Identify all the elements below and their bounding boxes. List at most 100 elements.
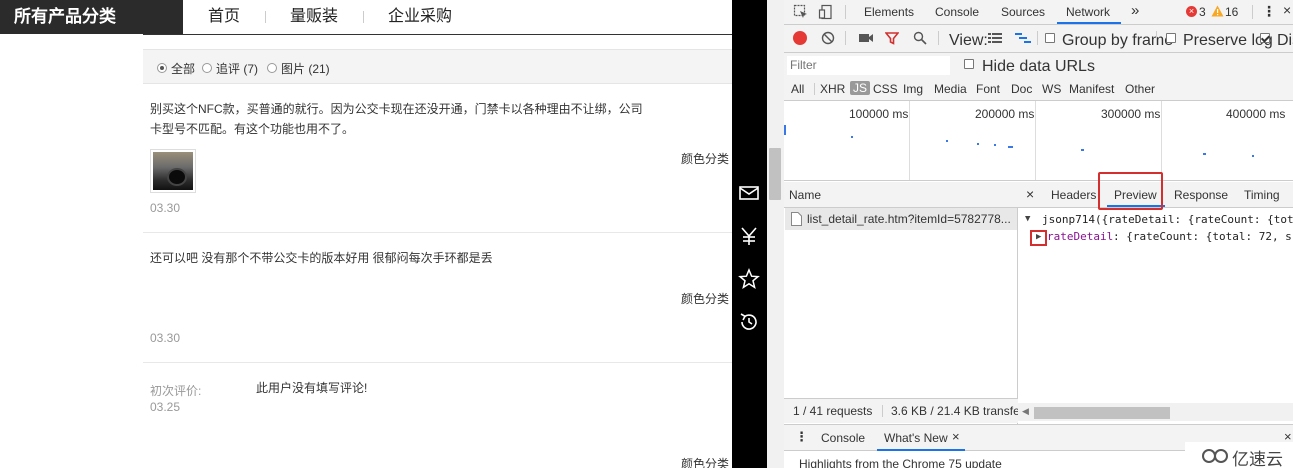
history-icon[interactable]	[737, 310, 761, 334]
transfer-size: 3.6 KB / 21.4 KB transfe	[891, 404, 1020, 418]
record-button[interactable]	[793, 31, 807, 45]
nav-divider	[363, 11, 364, 23]
drawer-tab-whats-new[interactable]: What's New	[884, 431, 948, 445]
nav-enterprise[interactable]: 企业采购	[388, 0, 452, 34]
inspect-element-icon[interactable]	[793, 4, 809, 20]
error-count[interactable]: 3	[1199, 5, 1206, 19]
tab-network[interactable]: Network	[1066, 5, 1110, 19]
group-by-frame-checkbox[interactable]	[1045, 33, 1055, 43]
close-devtools-icon[interactable]: ×	[1283, 2, 1291, 18]
type-xhr[interactable]: XHR	[820, 82, 845, 96]
filter-followup-label[interactable]: 追评 (7)	[216, 60, 258, 77]
drawer-menu-icon[interactable]: ⋮	[795, 429, 808, 445]
request-name[interactable]: list_detail_rate.htm?itemId=5782778...	[807, 208, 1011, 230]
filter-input[interactable]	[787, 56, 950, 75]
collapse-triangle-icon[interactable]: ▼	[1025, 214, 1030, 224]
timeline-request-marker	[994, 144, 996, 146]
disable-cache-label[interactable]: Dis	[1277, 32, 1293, 50]
toolbar-divider	[845, 31, 846, 45]
review-text: 还可以吧 没有那个不带公交卡的版本好用 很郁闷每次手环都是丢	[150, 251, 493, 265]
timeline-request-marker	[977, 143, 979, 145]
waterfall-icon[interactable]	[1015, 32, 1031, 44]
type-css[interactable]: CSS	[873, 82, 898, 96]
toolbar-divider	[938, 31, 939, 45]
preserve-log-checkbox[interactable]	[1166, 33, 1176, 43]
all-categories-button[interactable]: 所有产品分类	[0, 0, 183, 34]
disable-cache-checkbox[interactable]	[1260, 33, 1270, 43]
tab-sources[interactable]: Sources	[1001, 5, 1045, 19]
type-js[interactable]: JS	[850, 81, 871, 95]
screenshot-capture-icon[interactable]	[858, 32, 874, 44]
timeline-gridline	[1035, 101, 1036, 180]
filter-icon[interactable]	[885, 31, 899, 45]
filter-images-radio[interactable]	[267, 63, 277, 73]
close-whats-new-icon[interactable]: ×	[952, 429, 960, 444]
review-date: 03.25	[150, 400, 181, 414]
name-column-header[interactable]: Name	[784, 182, 1018, 208]
type-all[interactable]: All	[791, 82, 804, 96]
json-key[interactable]: rateDetail	[1047, 230, 1113, 243]
tab-headers[interactable]: Headers	[1051, 188, 1096, 202]
search-icon[interactable]	[913, 31, 927, 45]
filter-all-label[interactable]: 全部	[171, 60, 195, 77]
device-toolbar-icon[interactable]	[818, 4, 834, 20]
tab-elements[interactable]: Elements	[864, 5, 914, 19]
preview-scrollbar-thumb[interactable]	[1034, 407, 1170, 419]
review-sku-label: 颜色分类	[681, 292, 730, 306]
hide-data-urls-checkbox[interactable]	[964, 59, 974, 69]
devtools-tab-strip: Elements Console Sources Network » × 3 1…	[784, 0, 1293, 25]
close-detail-icon[interactable]: ×	[1026, 186, 1034, 202]
type-font[interactable]: Font	[976, 82, 1000, 96]
nav-home[interactable]: 首页	[208, 0, 240, 34]
hide-data-urls-label[interactable]: Hide data URLs	[982, 58, 1095, 76]
type-divider	[814, 83, 815, 95]
warning-count[interactable]: 16	[1225, 5, 1238, 19]
more-tabs-button[interactable]: »	[1131, 2, 1139, 19]
json-root-line[interactable]: jsonp714({rateDetail: {rateCount: {tot	[1042, 213, 1293, 226]
star-icon[interactable]	[737, 267, 761, 291]
warning-icon[interactable]	[1211, 5, 1224, 17]
review-divider	[143, 232, 732, 233]
drawer-tab-console[interactable]: Console	[821, 431, 865, 445]
page-scrollbar[interactable]	[767, 0, 784, 468]
filter-all-radio[interactable]	[157, 63, 167, 73]
review-sku-label: 颜色分类	[681, 457, 730, 468]
review-photo	[153, 152, 193, 190]
type-manifest[interactable]: Manifest	[1069, 82, 1114, 96]
file-icon	[791, 212, 802, 226]
type-doc[interactable]: Doc	[1011, 82, 1032, 96]
tab-console[interactable]: Console	[935, 5, 979, 19]
type-img[interactable]: Img	[903, 82, 923, 96]
large-rows-icon[interactable]	[988, 32, 1002, 44]
json-preview: ▼ jsonp714({rateDetail: {rateCount: {tot…	[1018, 208, 1293, 398]
type-ws[interactable]: WS	[1042, 82, 1061, 96]
watermark-text: 亿速云	[1232, 450, 1283, 468]
error-icon[interactable]: ×	[1186, 6, 1197, 17]
tab-response[interactable]: Response	[1174, 188, 1228, 202]
timeline-overview[interactable]: 100000 ms 200000 ms 300000 ms 400000 ms	[784, 101, 1293, 181]
timeline-tick-label: 200000 ms	[975, 107, 1035, 121]
type-other[interactable]: Other	[1125, 82, 1155, 96]
filter-followup-radio[interactable]	[202, 63, 212, 73]
yen-icon[interactable]	[737, 224, 761, 248]
type-media[interactable]: Media	[934, 82, 967, 96]
nav-underline	[143, 34, 732, 35]
status-divider	[882, 405, 883, 417]
view-label: View:	[949, 32, 988, 49]
mail-icon[interactable]	[737, 181, 761, 205]
review-text: 卡型号不匹配。有这个功能也用不了。	[150, 122, 355, 136]
toolbar-divider	[1156, 31, 1157, 45]
page-scrollbar-thumb[interactable]	[769, 148, 781, 200]
nav-bulk[interactable]: 量贩装	[290, 0, 338, 34]
review-first-label: 初次评价:	[150, 384, 202, 398]
request-row[interactable]: list_detail_rate.htm?itemId=5782778...	[785, 208, 1017, 230]
timeline-request-marker	[784, 125, 786, 135]
review-photo-thumbnail[interactable]	[150, 149, 196, 193]
clear-icon[interactable]	[821, 31, 835, 45]
tab-timing[interactable]: Timing	[1244, 188, 1280, 202]
devtools-menu-icon[interactable]: ⋮	[1262, 3, 1276, 20]
resource-type-filters: All XHR JS CSS Img Media Font Doc WS Man…	[784, 78, 1293, 101]
cloud-logo-icon	[1202, 449, 1228, 463]
scroll-left-icon[interactable]: ◀	[1022, 406, 1029, 417]
filter-images-label[interactable]: 图片 (21)	[281, 60, 330, 77]
